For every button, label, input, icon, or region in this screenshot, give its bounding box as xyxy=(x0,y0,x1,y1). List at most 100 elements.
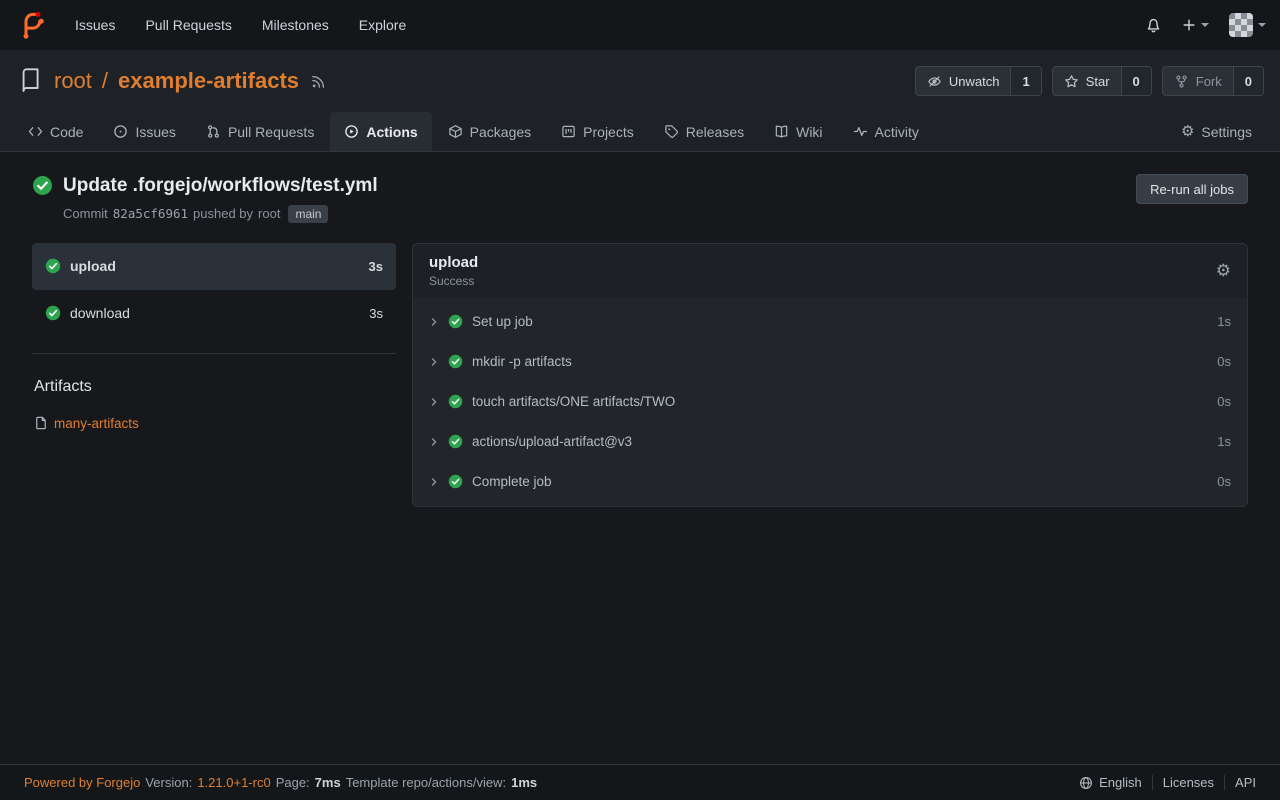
tag-icon xyxy=(664,124,679,139)
template-label: Template repo/actions/view: xyxy=(346,775,506,790)
repo-path-separator: / xyxy=(102,68,108,94)
file-icon xyxy=(34,416,48,430)
sidebar-divider xyxy=(32,353,396,354)
tab-settings[interactable]: ⚙ Settings xyxy=(1167,112,1266,151)
tab-issues-label: Issues xyxy=(135,124,175,140)
tab-releases-label: Releases xyxy=(686,124,744,140)
fork-count[interactable]: 0 xyxy=(1233,67,1263,95)
unwatch-label: Unwatch xyxy=(949,74,1000,89)
chevron-down-icon xyxy=(1201,23,1209,27)
tab-projects[interactable]: Projects xyxy=(547,112,648,151)
footer: Powered by Forgejo Version: 1.21.0+1-rc0… xyxy=(0,764,1280,800)
tab-packages[interactable]: Packages xyxy=(434,112,545,151)
chevron-right-icon xyxy=(429,397,439,407)
tab-releases[interactable]: Releases xyxy=(650,112,758,151)
watch-count[interactable]: 1 xyxy=(1010,67,1040,95)
job-detail-header: upload Success ⚙ xyxy=(413,244,1247,298)
tab-code[interactable]: Code xyxy=(14,112,97,151)
api-link[interactable]: API xyxy=(1224,775,1256,790)
licenses-link[interactable]: Licenses xyxy=(1152,775,1224,790)
unwatch-button[interactable]: Unwatch 1 xyxy=(915,66,1042,96)
footer-left: Powered by Forgejo Version: 1.21.0+1-rc0… xyxy=(24,775,537,790)
artifact-link[interactable]: many-artifacts xyxy=(54,416,139,431)
user-menu[interactable] xyxy=(1229,13,1266,37)
language-selector[interactable]: English xyxy=(1069,775,1152,790)
step-row-upload-artifact[interactable]: actions/upload-artifact@v3 1s xyxy=(413,422,1247,462)
step-label: actions/upload-artifact@v3 xyxy=(472,434,632,449)
package-icon xyxy=(448,124,463,139)
commit-author-link[interactable]: root xyxy=(258,206,280,221)
artifacts-heading: Artifacts xyxy=(34,378,396,396)
job-row-download[interactable]: download 3s xyxy=(32,290,396,337)
tab-code-label: Code xyxy=(50,124,83,140)
step-duration: 1s xyxy=(1217,314,1231,329)
star-count[interactable]: 0 xyxy=(1121,67,1151,95)
repo-icon xyxy=(16,67,44,95)
nav-explore[interactable]: Explore xyxy=(344,0,421,50)
notifications-bell-icon[interactable] xyxy=(1145,17,1162,34)
tab-pull-requests[interactable]: Pull Requests xyxy=(192,112,328,151)
version-link[interactable]: 1.21.0+1-rc0 xyxy=(197,775,270,790)
powered-by-link[interactable]: Powered by Forgejo xyxy=(24,775,140,790)
tab-pull-requests-label: Pull Requests xyxy=(228,124,314,140)
step-label: mkdir -p artifacts xyxy=(472,354,572,369)
steps-list: Set up job 1s mkdir -p artifacts 0s touc… xyxy=(413,298,1247,506)
tab-wiki-label: Wiki xyxy=(796,124,822,140)
forgejo-logo[interactable] xyxy=(14,8,48,42)
globe-icon xyxy=(1079,776,1093,790)
job-options-gear-icon[interactable]: ⚙ xyxy=(1216,262,1231,279)
tab-activity-label: Activity xyxy=(875,124,919,140)
star-icon xyxy=(1064,74,1079,89)
tab-packages-label: Packages xyxy=(470,124,531,140)
star-label: Star xyxy=(1086,74,1110,89)
step-label: Complete job xyxy=(472,474,552,489)
tab-actions-label: Actions xyxy=(366,124,417,140)
rerun-all-jobs-button[interactable]: Re-run all jobs xyxy=(1136,174,1248,204)
job-detail-card: upload Success ⚙ Set up job 1s xyxy=(412,243,1248,507)
artifact-item[interactable]: many-artifacts xyxy=(34,416,396,431)
activity-pulse-icon xyxy=(853,124,868,139)
run-body: upload 3s download 3s Artifacts many-art… xyxy=(32,243,1248,507)
job-sidebar: upload 3s download 3s Artifacts many-art… xyxy=(32,243,396,431)
step-label: touch artifacts/ONE artifacts/TWO xyxy=(472,394,675,409)
eye-slash-icon xyxy=(927,74,942,89)
step-row-setup[interactable]: Set up job 1s xyxy=(413,302,1247,342)
chevron-down-icon xyxy=(1258,23,1266,27)
chevron-right-icon xyxy=(429,357,439,367)
nav-pull-requests[interactable]: Pull Requests xyxy=(130,0,246,50)
step-duration: 0s xyxy=(1217,394,1231,409)
job-detail-name: upload xyxy=(429,254,478,271)
job-duration: 3s xyxy=(369,259,383,274)
chevron-right-icon xyxy=(429,437,439,447)
pushed-by-label: pushed by xyxy=(193,206,253,221)
actions-play-icon xyxy=(344,124,359,139)
step-row-mkdir[interactable]: mkdir -p artifacts 0s xyxy=(413,342,1247,382)
nav-milestones[interactable]: Milestones xyxy=(247,0,344,50)
step-row-complete[interactable]: Complete job 0s xyxy=(413,462,1247,502)
step-success-icon xyxy=(448,354,463,369)
page-time: 7ms xyxy=(315,775,341,790)
repo-owner-link[interactable]: root xyxy=(54,68,92,94)
tab-actions[interactable]: Actions xyxy=(330,112,431,151)
plus-icon xyxy=(1182,18,1196,32)
step-duration: 0s xyxy=(1217,354,1231,369)
tab-activity[interactable]: Activity xyxy=(839,112,933,151)
version-label: Version: xyxy=(145,775,192,790)
step-row-touch[interactable]: touch artifacts/ONE artifacts/TWO 0s xyxy=(413,382,1247,422)
tab-issues[interactable]: Issues xyxy=(99,112,189,151)
branch-badge[interactable]: main xyxy=(288,205,328,223)
fork-button[interactable]: Fork 0 xyxy=(1162,66,1264,96)
job-row-upload[interactable]: upload 3s xyxy=(32,243,396,290)
repo-title-row: root / example-artifacts xyxy=(0,50,1280,108)
create-new-menu[interactable] xyxy=(1182,18,1209,32)
tab-wiki[interactable]: Wiki xyxy=(760,112,836,151)
job-success-icon xyxy=(45,305,61,321)
nav-issues[interactable]: Issues xyxy=(60,0,130,50)
commit-sha-link[interactable]: 82a5cf6961 xyxy=(113,206,188,221)
rss-icon[interactable] xyxy=(311,74,326,89)
run-title: Update .forgejo/workflows/test.yml xyxy=(63,174,378,198)
repo-name-link[interactable]: example-artifacts xyxy=(118,68,299,94)
code-icon xyxy=(28,124,43,139)
job-name: upload xyxy=(70,258,116,274)
star-button[interactable]: Star 0 xyxy=(1052,66,1152,96)
